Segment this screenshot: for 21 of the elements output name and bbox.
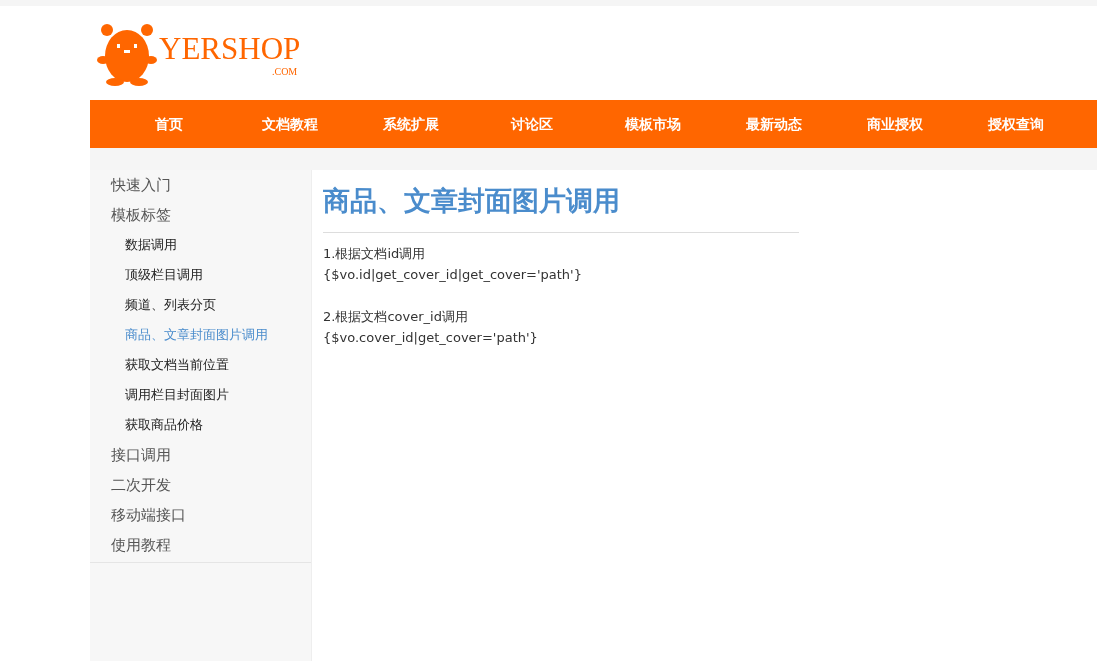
article-text: {$vo.cover_id|get_cover='path'} — [323, 329, 539, 347]
article-text: 1.根据文档id调用 — [323, 245, 427, 263]
sidebar-subitem[interactable]: 调用栏目封面图片 — [90, 380, 311, 410]
sidebar-item[interactable]: 使用教程 — [90, 530, 311, 560]
article-title: 商品、文章封面图片调用 — [323, 184, 621, 218]
sidebar-item[interactable]: 移动端接口 — [90, 500, 311, 530]
sidebar-item[interactable]: 接口调用 — [90, 440, 311, 470]
logo-domain: .COM — [271, 66, 298, 78]
sidebar-subitem[interactable]: 数据调用 — [90, 230, 311, 260]
bear-logo-icon — [97, 22, 157, 86]
sidebar-subitem[interactable]: 获取文档当前位置 — [90, 350, 311, 380]
sidebar-item[interactable]: 二次开发 — [90, 470, 311, 500]
article-text: {$vo.id|get_cover_id|get_cover='path'} — [323, 266, 583, 284]
article-text: 2.根据文档cover_id调用 — [323, 308, 469, 326]
sidebar-subitem[interactable]: 商品、文章封面图片调用 — [90, 320, 311, 350]
sidebar-subitem[interactable]: 顶级栏目调用 — [90, 260, 311, 290]
sidebar-subitem[interactable]: 频道、列表分页 — [90, 290, 311, 320]
logo-wordmark: YERSHOP — [159, 32, 301, 66]
sidebar-item[interactable]: 快速入门 — [90, 170, 311, 200]
sidebar-subitem[interactable]: 获取商品价格 — [90, 410, 311, 440]
sidebar-item[interactable]: 模板标签 — [90, 200, 311, 230]
